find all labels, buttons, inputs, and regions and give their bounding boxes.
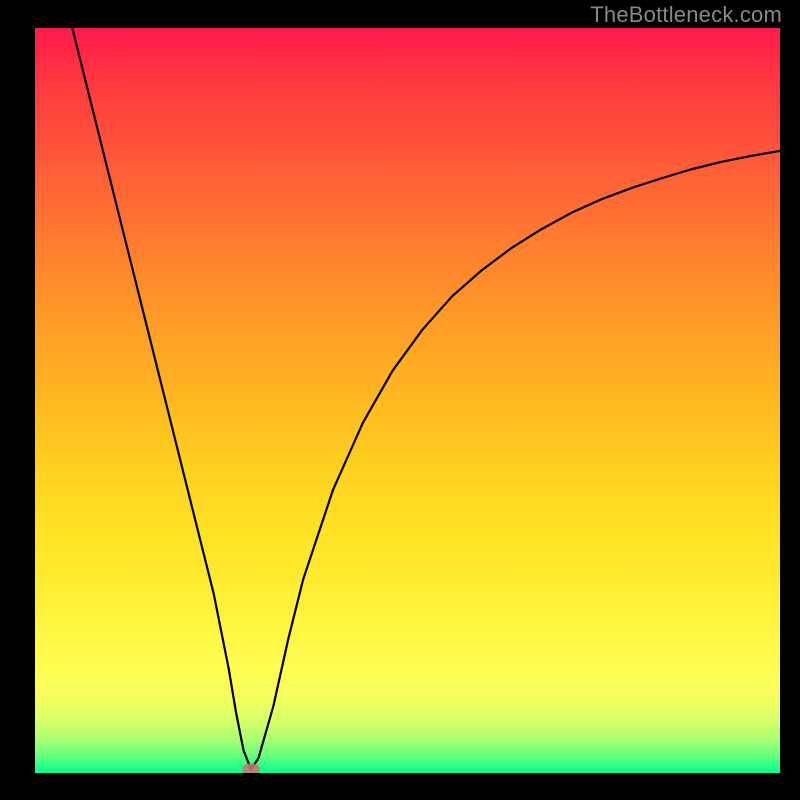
chart-container: TheBottleneck.com [0, 0, 800, 800]
minimum-marker [242, 763, 260, 773]
curve-layer [35, 28, 780, 773]
plot-area [35, 28, 780, 773]
attribution-label: TheBottleneck.com [590, 2, 782, 28]
bottleneck-curve [72, 28, 780, 769]
